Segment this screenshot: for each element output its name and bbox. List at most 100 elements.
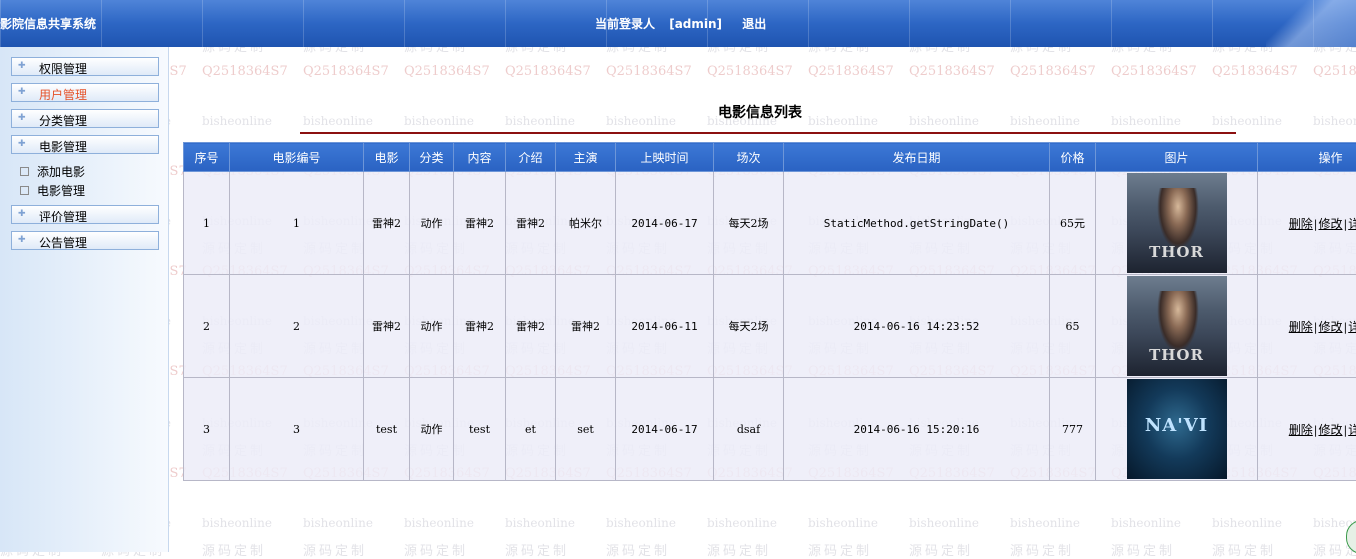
link-separator: | bbox=[1314, 321, 1318, 334]
submenu-label: 电影管理 bbox=[37, 184, 85, 198]
current-user-name: [admin] bbox=[669, 17, 722, 31]
cell-movie-no: 1 bbox=[230, 172, 364, 275]
watermark-text: bisheonline bbox=[808, 516, 909, 530]
title-underline bbox=[300, 132, 1236, 134]
column-header: 介绍 bbox=[506, 143, 556, 172]
sidebar-item-notices[interactable]: ✚ 公告管理 bbox=[11, 231, 159, 250]
cell-movie: 雷神2 bbox=[364, 172, 410, 275]
cell-actor: set bbox=[556, 378, 616, 481]
column-header: 主演 bbox=[556, 143, 616, 172]
cell-poster: THOR bbox=[1096, 172, 1258, 275]
expand-plus-icon: ✚ bbox=[18, 87, 26, 97]
cell-intro: et bbox=[506, 378, 556, 481]
sidebar-item-permission[interactable]: ✚ 权限管理 bbox=[11, 57, 159, 76]
watermark-text: bisheonline bbox=[303, 516, 404, 530]
cell-actor: 帕米尔 bbox=[556, 172, 616, 275]
poster-title-text: NA'VI bbox=[1127, 415, 1227, 436]
delete-link[interactable]: 删除 bbox=[1289, 320, 1313, 334]
sidebar-item-category[interactable]: ✚ 分类管理 bbox=[11, 109, 159, 128]
column-header: 电影 bbox=[364, 143, 410, 172]
sidebar: ✚ 权限管理 ✚ 用户管理 ✚ 分类管理 ✚ 电影管理 添加电影 电影管理 ✚ … bbox=[0, 47, 169, 552]
expand-plus-icon: ✚ bbox=[18, 61, 26, 71]
table-header-row: 序号 电影编号 电影 分类 内容 介绍 主演 上映时间 场次 发布日期 价格 图… bbox=[184, 143, 1356, 172]
detail-link[interactable]: 详细 bbox=[1348, 423, 1356, 437]
link-separator: | bbox=[1344, 321, 1348, 334]
watermark-text: bisheonline bbox=[909, 114, 1010, 128]
cell-show: 每天2场 bbox=[714, 275, 784, 378]
submenu-add-movie[interactable]: 添加电影 bbox=[20, 163, 85, 179]
column-header: 价格 bbox=[1050, 143, 1096, 172]
link-separator: | bbox=[1314, 218, 1318, 231]
logout-link[interactable]: 退出 bbox=[742, 17, 766, 31]
poster-title-text: THOR bbox=[1127, 243, 1227, 261]
watermark-text: Q2518364S7 bbox=[1010, 64, 1111, 79]
delete-link[interactable]: 删除 bbox=[1289, 217, 1313, 231]
watermark-text: 源码定制 bbox=[909, 540, 1010, 559]
watermark-text: bisheonline bbox=[404, 516, 505, 530]
sidebar-item-label: 分类管理 bbox=[39, 112, 87, 129]
watermark-text: bisheonline bbox=[1212, 516, 1313, 530]
detail-link[interactable]: 详细 bbox=[1348, 320, 1356, 334]
watermark-text: Q2518364S7 bbox=[1111, 64, 1212, 79]
watermark-text: bisheonline bbox=[1212, 114, 1313, 128]
movie-table: 序号 电影编号 电影 分类 内容 介绍 主演 上映时间 场次 发布日期 价格 图… bbox=[183, 142, 1356, 481]
column-header: 上映时间 bbox=[616, 143, 714, 172]
edit-link[interactable]: 修改 bbox=[1318, 320, 1342, 334]
cell-show: 每天2场 bbox=[714, 172, 784, 275]
watermark-text: bisheonline bbox=[909, 516, 1010, 530]
cell-index: 1 bbox=[184, 172, 230, 275]
watermark-text: bisheonline bbox=[606, 114, 707, 128]
cell-poster: THOR bbox=[1096, 275, 1258, 378]
column-header: 内容 bbox=[454, 143, 506, 172]
header-corner-decoration bbox=[1266, 0, 1356, 47]
cell-publish: 2014-06-16 15:20:16 bbox=[784, 378, 1050, 481]
watermark-text: 源码定制 bbox=[606, 540, 707, 559]
column-header: 序号 bbox=[184, 143, 230, 172]
movie-table-container: 序号 电影编号 电影 分类 内容 介绍 主演 上映时间 场次 发布日期 价格 图… bbox=[183, 142, 1353, 481]
cell-operations: 删除|修改|详细 bbox=[1258, 378, 1356, 481]
cell-intro: 雷神2 bbox=[506, 172, 556, 275]
cell-release: 2014-06-11 bbox=[616, 275, 714, 378]
watermark-row: bisheonlinebisheonlinebisheonlinebisheon… bbox=[0, 114, 1356, 128]
sidebar-item-label: 用户管理 bbox=[39, 86, 87, 103]
sidebar-item-users[interactable]: ✚ 用户管理 bbox=[11, 83, 159, 102]
watermark-text: bisheonline bbox=[404, 114, 505, 128]
expand-plus-icon: ✚ bbox=[18, 209, 26, 219]
edit-link[interactable]: 修改 bbox=[1318, 423, 1342, 437]
watermark-text: Q2518364S7 bbox=[1313, 64, 1356, 79]
watermark-text: 源码定制 bbox=[1212, 540, 1313, 559]
delete-link[interactable]: 删除 bbox=[1289, 423, 1313, 437]
cell-movie: test bbox=[364, 378, 410, 481]
watermark-text: Q2518364S7 bbox=[202, 64, 303, 79]
cell-category: 动作 bbox=[410, 378, 454, 481]
sidebar-item-reviews[interactable]: ✚ 评价管理 bbox=[11, 205, 159, 224]
watermark-text: bisheonline bbox=[505, 516, 606, 530]
watermark-text: bisheonline bbox=[202, 516, 303, 530]
watermark-text: Q2518364S7 bbox=[303, 64, 404, 79]
thor-poster: THOR bbox=[1127, 173, 1227, 273]
cell-poster: NA'VI bbox=[1096, 378, 1258, 481]
expand-plus-icon: ✚ bbox=[18, 235, 26, 245]
column-header: 图片 bbox=[1096, 143, 1258, 172]
cell-content: 雷神2 bbox=[454, 275, 506, 378]
column-header: 分类 bbox=[410, 143, 454, 172]
cell-release: 2014-06-17 bbox=[616, 378, 714, 481]
watermark-row: Q2518364S7Q2518364S7Q2518364S7Q2518364S7… bbox=[0, 64, 1356, 79]
watermark-text: bisheonline bbox=[808, 114, 909, 128]
watermark-text: 源码定制 bbox=[1010, 540, 1111, 559]
link-separator: | bbox=[1344, 424, 1348, 437]
edit-link[interactable]: 修改 bbox=[1318, 217, 1342, 231]
expand-plus-icon: ✚ bbox=[18, 113, 26, 123]
watermark-text: Q2518364S7 bbox=[707, 64, 808, 79]
sidebar-item-movies[interactable]: ✚ 电影管理 bbox=[11, 135, 159, 154]
watermark-text: bisheonline bbox=[606, 516, 707, 530]
cell-operations: 删除|修改|详细 bbox=[1258, 172, 1356, 275]
cell-category: 动作 bbox=[410, 275, 454, 378]
submenu-movie-manage[interactable]: 电影管理 bbox=[20, 182, 85, 198]
watermark-text: Q2518364S7 bbox=[606, 64, 707, 79]
cell-index: 2 bbox=[184, 275, 230, 378]
detail-link[interactable]: 详细 bbox=[1348, 217, 1356, 231]
cell-movie-no: 2 bbox=[230, 275, 364, 378]
floating-widget[interactable] bbox=[1346, 520, 1356, 554]
watermark-text: bisheonline bbox=[1111, 114, 1212, 128]
